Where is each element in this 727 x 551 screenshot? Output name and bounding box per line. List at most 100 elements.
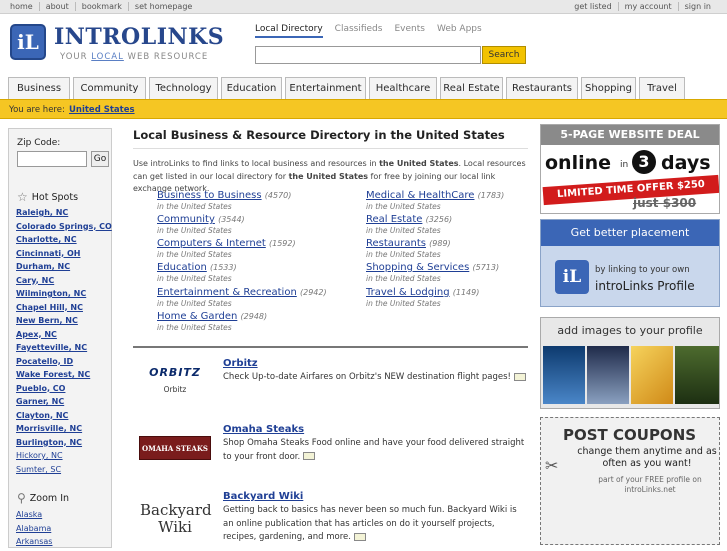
tab-real-estate[interactable]: Real Estate (440, 77, 503, 99)
hot-spot-link[interactable]: Raleigh, NC (16, 208, 112, 222)
nav-events[interactable]: Events (394, 24, 424, 38)
star-icon: ☆ (17, 190, 28, 204)
hot-spot-link[interactable]: Garner, NC (16, 397, 112, 411)
set-homepage-link[interactable]: set homepage (129, 2, 198, 11)
tab-entertainment[interactable]: Entertainment (285, 77, 366, 99)
hot-spots-list: Raleigh, NC Colorado Springs, CO Charlot… (16, 208, 112, 478)
bookmark-link[interactable]: bookmark (76, 2, 129, 11)
orbitz-logo[interactable]: ORBITZ Orbitz (139, 363, 211, 397)
hot-spot-link[interactable]: Cary, NC (16, 276, 112, 290)
nav-web-apps[interactable]: Web Apps (437, 24, 482, 38)
tab-technology[interactable]: Technology (149, 77, 218, 99)
hot-spot-link[interactable]: Hickory, NC (16, 451, 112, 465)
banner-days: days (661, 152, 711, 174)
tab-restaurants[interactable]: Restaurants (506, 77, 578, 99)
sidebar: Zip Code: Go ☆ Hot Spots Raleigh, NC Colo… (8, 128, 112, 548)
directory-item: Home & Garden (2948) in the United States (157, 311, 268, 332)
screenshot-icon[interactable] (353, 532, 366, 541)
omaha-steaks-logo[interactable]: OMAHA STEAKS (139, 436, 211, 460)
state-link[interactable]: Arkansas (16, 537, 52, 551)
hot-spot-link[interactable]: Charlotte, NC (16, 235, 112, 249)
breadcrumb-location[interactable]: United States (69, 105, 135, 115)
directory-item: Shopping & Services (5713) in the United … (366, 262, 500, 283)
hot-spot-link[interactable]: Fayetteville, NC (16, 343, 112, 357)
nav-classifieds[interactable]: Classifieds (335, 24, 383, 38)
scissors-icon: ✂ (545, 456, 559, 475)
my-account-link[interactable]: my account (619, 2, 679, 11)
nav-local-directory[interactable]: Local Directory (255, 24, 323, 38)
tab-business[interactable]: Business (8, 77, 70, 99)
directory-link[interactable]: Travel & Lodging (366, 287, 450, 298)
tab-travel[interactable]: Travel (639, 77, 685, 99)
directory-link[interactable]: Medical & HealthCare (366, 190, 474, 201)
better-placement-banner[interactable]: Get better placement iL by linking to yo… (540, 219, 720, 307)
listing-title-link[interactable]: Orbitz (223, 358, 258, 369)
zip-code-input[interactable] (17, 151, 87, 167)
banner-heading: POST COUPONS (563, 426, 697, 444)
hot-spot-link[interactable]: Pueblo, CO (16, 384, 112, 398)
backyard-wiki-logo[interactable]: Backyard Wiki (139, 494, 212, 544)
post-coupons-banner[interactable]: POST COUPONS change them anytime and as … (540, 417, 720, 545)
directory-link[interactable]: Shopping & Services (366, 262, 469, 273)
listing-description: Getting back to basics has never been so… (223, 505, 517, 542)
search-button[interactable]: Search (482, 46, 526, 64)
listing-title-link[interactable]: Backyard Wiki (223, 491, 303, 502)
screenshot-icon[interactable] (303, 452, 316, 460)
banner-online: online (545, 152, 612, 174)
hot-spot-link[interactable]: Wake Forest, NC (16, 370, 112, 384)
listing-description: Shop Omaha Steaks Food online and have y… (223, 438, 525, 462)
site-logo[interactable]: iL INTROLINKS YOUR LOCAL WEB RESOURCE (10, 22, 240, 68)
state-link[interactable]: Alaska (16, 510, 52, 524)
tab-community[interactable]: Community (73, 77, 146, 99)
add-images-banner[interactable]: add images to your profile (540, 317, 720, 409)
hot-spots-heading: ☆ Hot Spots (17, 190, 79, 204)
introlinks-mark-icon: iL (555, 260, 589, 294)
tab-healthcare[interactable]: Healthcare (369, 77, 437, 99)
directory-link[interactable]: Education (157, 262, 207, 273)
banner-small-text: part of your FREE profile on introLinks.… (598, 475, 702, 494)
thumbnail-image (675, 346, 719, 404)
website-deal-banner[interactable]: 5-PAGE WEBSITE DEAL online in 3 days LIM… (540, 124, 720, 214)
zip-go-button[interactable]: Go (91, 151, 109, 167)
thumbnail-image (587, 346, 629, 404)
state-link[interactable]: Alabama (16, 524, 52, 538)
listing-description: Check Up-to-date Airfares on Orbitz's NE… (223, 371, 527, 385)
about-link[interactable]: about (40, 2, 76, 11)
hot-spot-link[interactable]: Apex, NC (16, 330, 112, 344)
magnifier-icon: ⚲ (17, 491, 26, 505)
get-listed-link[interactable]: get listed (568, 2, 619, 11)
screenshot-icon[interactable] (513, 372, 526, 381)
search-input[interactable] (255, 46, 481, 64)
directory-link[interactable]: Restaurants (366, 238, 426, 249)
directory-link[interactable]: Entertainment & Recreation (157, 287, 297, 298)
hot-spot-link[interactable]: Burlington, NC (16, 438, 112, 452)
directory-link[interactable]: Business to Business (157, 190, 262, 201)
hot-spot-link[interactable]: Morrisville, NC (16, 424, 112, 438)
hot-spot-link[interactable]: Chapel Hill, NC (16, 303, 112, 317)
main-content: Local Business & Resource Directory in t… (133, 128, 528, 542)
directory-link[interactable]: Real Estate (366, 214, 422, 225)
banner-heading: Get better placement (541, 220, 719, 246)
directory-link[interactable]: Community (157, 214, 215, 225)
logo-name: INTROLINKS (54, 24, 225, 50)
hot-spot-link[interactable]: Wilmington, NC (16, 289, 112, 303)
directory-link[interactable]: Home & Garden (157, 311, 237, 322)
sign-in-link[interactable]: sign in (679, 2, 717, 11)
banner-heading: 5-PAGE WEBSITE DEAL (541, 125, 719, 145)
hot-spot-link[interactable]: Clayton, NC (16, 411, 112, 425)
directory-item: Restaurants (989) in the United States (366, 238, 451, 259)
hot-spot-link[interactable]: Pocatello, ID (16, 357, 112, 371)
hot-spot-link[interactable]: Sumter, SC (16, 465, 112, 479)
page-title: Local Business & Resource Directory in t… (133, 128, 528, 149)
directory-link[interactable]: Computers & Internet (157, 238, 266, 249)
hot-spot-link[interactable]: Durham, NC (16, 262, 112, 276)
listing-title-link[interactable]: Omaha Steaks (223, 424, 304, 435)
banner-heading: add images to your profile (557, 324, 703, 337)
hot-spot-link[interactable]: Cincinnati, OH (16, 249, 112, 263)
directory-item: Medical & HealthCare (1783) in the United… (366, 190, 505, 211)
tab-education[interactable]: Education (221, 77, 282, 99)
hot-spot-link[interactable]: Colorado Springs, CO (16, 222, 112, 236)
tab-shopping[interactable]: Shopping (581, 77, 636, 99)
hot-spot-link[interactable]: New Bern, NC (16, 316, 112, 330)
home-link[interactable]: home (4, 2, 40, 11)
